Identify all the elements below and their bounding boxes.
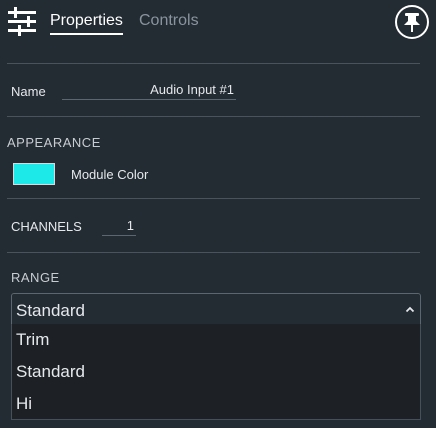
tab-controls[interactable]: Controls	[139, 11, 199, 31]
pushpin-icon	[404, 13, 420, 32]
module-color-label: Module Color	[71, 167, 149, 182]
pin-button[interactable]	[395, 5, 429, 39]
name-input[interactable]	[62, 80, 236, 100]
range-select-value: Standard	[16, 301, 85, 320]
range-option-standard[interactable]: Standard	[12, 356, 420, 388]
range-option-hi[interactable]: Hi	[12, 388, 420, 420]
panel-header: Properties Controls	[0, 0, 436, 44]
range-section-title: RANGE	[11, 270, 60, 285]
divider	[7, 198, 420, 199]
divider	[7, 63, 420, 64]
divider	[7, 252, 420, 253]
sliders-icon[interactable]	[6, 6, 38, 38]
channels-label: CHANNELS	[11, 219, 82, 234]
name-label: Name	[11, 84, 46, 99]
range-dropdown-list: Trim Standard Hi	[11, 324, 421, 420]
chevron-up-icon	[405, 306, 415, 313]
tab-properties[interactable]: Properties	[50, 11, 123, 35]
range-select[interactable]: Standard	[11, 293, 421, 325]
divider	[7, 116, 420, 117]
appearance-section-title: APPEARANCE	[7, 135, 101, 150]
module-color-swatch[interactable]	[13, 163, 55, 185]
range-option-trim[interactable]: Trim	[12, 324, 420, 356]
channels-input[interactable]	[102, 216, 136, 236]
